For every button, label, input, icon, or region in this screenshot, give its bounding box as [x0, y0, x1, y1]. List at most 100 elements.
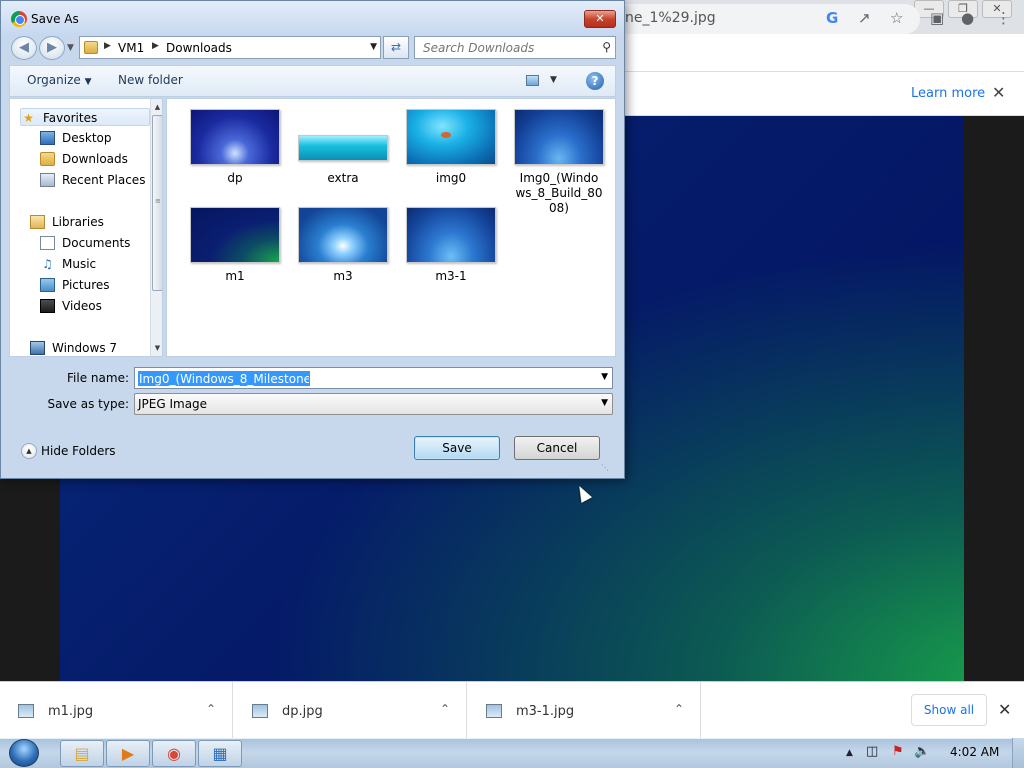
breadcrumb-arrow-icon[interactable]: ▶ — [152, 41, 159, 51]
profile-avatar-icon[interactable]: ● — [961, 9, 974, 27]
breadcrumb-item[interactable]: Downloads — [166, 41, 232, 55]
documents-icon — [40, 236, 55, 250]
nav-item-pictures[interactable]: Pictures — [40, 276, 162, 294]
resize-grip-icon[interactable]: ⋱ — [601, 463, 609, 472]
file-name-label: img0 — [435, 171, 467, 185]
shelf-close-icon[interactable]: ✕ — [998, 700, 1011, 719]
bookmark-star-icon[interactable]: ☆ — [890, 9, 903, 27]
chevron-up-icon[interactable]: ⌃ — [440, 702, 450, 716]
recent-places-icon — [40, 173, 55, 187]
nav-item-label: Favorites — [43, 111, 98, 125]
dialog-close-button[interactable]: ✕ — [584, 10, 616, 28]
start-button[interactable] — [4, 738, 46, 768]
star-icon: ★ — [23, 111, 34, 125]
app-taskbar-button[interactable]: ▦ — [198, 740, 242, 767]
new-folder-button[interactable]: New folder — [118, 73, 183, 87]
chevron-down-icon[interactable]: ▼ — [601, 398, 608, 408]
nav-pane-scrollbar[interactable]: ▲ ≡ ▼ — [150, 99, 162, 356]
search-box[interactable]: ⚲ — [414, 36, 616, 59]
image-thumbnail — [190, 207, 280, 263]
nav-item-videos[interactable]: Videos — [40, 297, 162, 315]
scrollbar-thumb[interactable]: ≡ — [152, 115, 162, 291]
libraries-icon — [30, 215, 45, 229]
download-name: m1.jpg — [48, 704, 94, 719]
nav-item-recent-places[interactable]: Recent Places — [40, 171, 162, 189]
file-item-img0-build-8008[interactable]: Img0_(Windows_8_Build_8008) — [509, 105, 609, 215]
nav-item-label: Recent Places — [62, 173, 146, 187]
nav-item-label: Windows 7 — [52, 341, 118, 355]
tray-expand-icon[interactable]: ▲ — [846, 748, 853, 758]
forward-arrow-icon[interactable]: ▶ — [39, 36, 65, 60]
breadcrumb-arrow-icon[interactable]: ▶ — [104, 41, 111, 51]
learn-more-link[interactable]: Learn more — [911, 86, 985, 101]
taskbar-clock[interactable]: 4:02 AM — [950, 745, 999, 759]
file-item-m3[interactable]: m3 — [293, 203, 393, 299]
file-item-extra[interactable]: extra — [293, 105, 393, 201]
downloads-folder-icon — [40, 152, 55, 166]
chrome-taskbar-button[interactable]: ◉ — [152, 740, 196, 767]
file-name-combobox[interactable]: ▼ — [134, 367, 613, 389]
scroll-up-icon[interactable]: ▲ — [152, 101, 162, 113]
nav-item-desktop[interactable]: Desktop — [40, 129, 162, 147]
chevron-up-icon: ▲ — [21, 443, 37, 459]
videos-icon — [40, 299, 55, 313]
view-options-chevron-icon[interactable]: ▼ — [550, 75, 557, 85]
folder-icon — [84, 41, 98, 54]
download-item[interactable]: m3-1.jpg ⌃ — [468, 682, 701, 739]
chevron-up-icon[interactable]: ⌃ — [206, 702, 216, 716]
save-type-label: Save as type: — [47, 397, 129, 411]
volume-icon[interactable]: 🔈 — [914, 744, 930, 759]
menu-kebab-icon[interactable]: ⋮ — [996, 9, 1011, 27]
nav-item-downloads[interactable]: Downloads — [40, 150, 162, 168]
file-name-input[interactable] — [138, 371, 310, 386]
nav-item-music[interactable]: ♫ Music — [40, 255, 162, 273]
google-lens-icon[interactable]: G — [826, 9, 838, 27]
nav-item-documents[interactable]: Documents — [40, 234, 162, 252]
save-as-dialog: Save As ✕ ◀ ▶ ▼ ▶ VM1 ▶ Downloads ▼ ⇄ ⚲ … — [0, 0, 625, 479]
scroll-down-icon[interactable]: ▼ — [152, 342, 162, 354]
nav-item-favorites[interactable]: ★ Favorites — [20, 108, 150, 126]
recent-pages-chevron-icon[interactable]: ▼ — [67, 43, 74, 53]
address-dropdown-icon[interactable]: ▼ — [370, 42, 377, 52]
grip-icon: ≡ — [155, 197, 161, 205]
share-icon[interactable]: ↗ — [858, 9, 871, 27]
download-item[interactable]: dp.jpg ⌃ — [234, 682, 467, 739]
save-button[interactable]: Save — [414, 436, 500, 460]
chevron-down-icon[interactable]: ▼ — [601, 372, 608, 382]
save-type-select[interactable]: JPEG Image ▼ — [134, 393, 613, 415]
media-player-taskbar-button[interactable]: ▶ — [106, 740, 150, 767]
downloads-shelf: m1.jpg ⌃ dp.jpg ⌃ m3-1.jpg ⌃ — [0, 681, 1024, 739]
file-item-m3-1[interactable]: m3-1 — [401, 203, 501, 299]
organize-button[interactable]: Organize ▼ — [27, 73, 92, 87]
file-item-img0[interactable]: img0 — [401, 105, 501, 201]
chrome-icon — [11, 11, 27, 27]
change-view-icon[interactable] — [526, 75, 539, 86]
cancel-button[interactable]: Cancel — [514, 436, 600, 460]
nav-item-label: Music — [62, 257, 97, 271]
nav-item-libraries[interactable]: Libraries — [30, 213, 160, 231]
image-file-icon — [18, 704, 34, 718]
show-desktop-button[interactable] — [1012, 738, 1024, 768]
infobar-close-icon[interactable]: ✕ — [992, 83, 1005, 102]
explorer-taskbar-button[interactable]: ▤ — [60, 740, 104, 767]
action-center-icon[interactable]: ⚑ — [892, 744, 904, 759]
image-thumbnail — [514, 109, 604, 165]
nav-item-windows-7[interactable]: Windows 7 — [30, 339, 160, 356]
file-item-m1[interactable]: m1 — [185, 203, 285, 299]
breadcrumb[interactable]: ▶ VM1 ▶ Downloads ▼ — [79, 36, 381, 59]
file-item-dp[interactable]: dp — [185, 105, 285, 201]
breadcrumb-item[interactable]: VM1 — [118, 41, 144, 55]
back-arrow-icon[interactable]: ◀ — [11, 36, 37, 60]
help-icon[interactable]: ? — [586, 72, 604, 90]
pictures-icon — [40, 278, 55, 292]
refresh-button[interactable]: ⇄ — [383, 36, 409, 59]
download-item[interactable]: m1.jpg ⌃ — [0, 682, 233, 739]
desktop-icon — [40, 131, 55, 145]
search-icon[interactable]: ⚲ — [602, 40, 611, 54]
network-icon[interactable]: ◫ — [866, 744, 878, 759]
chevron-up-icon[interactable]: ⌃ — [674, 702, 684, 716]
search-input[interactable] — [415, 37, 593, 58]
show-all-button[interactable]: Show all — [911, 694, 987, 726]
file-name-label: m3-1 — [435, 269, 467, 283]
side-panel-icon[interactable]: ▣ — [930, 9, 944, 27]
